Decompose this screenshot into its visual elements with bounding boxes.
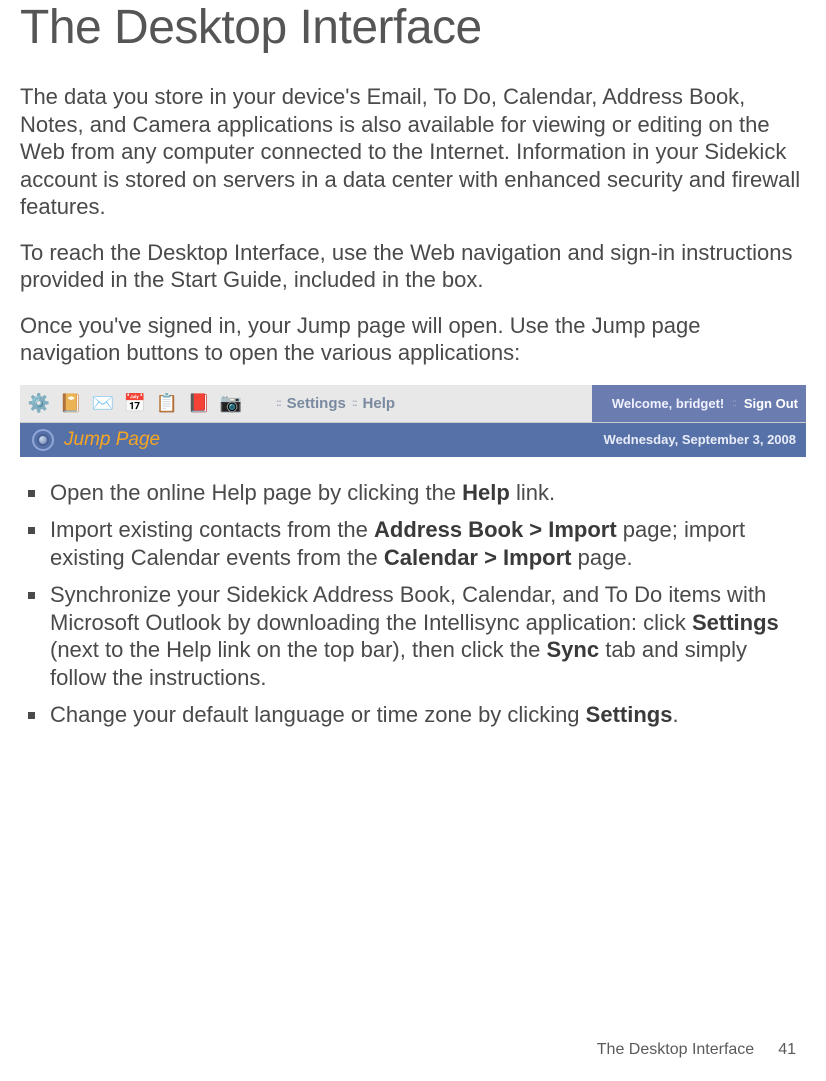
notes-icon[interactable]: 📔	[56, 388, 86, 418]
instruction-list: Open the online Help page by clicking th…	[20, 479, 806, 729]
toolbar-text-links: :: Settings :: Help	[276, 395, 395, 412]
toolbar-bottom-row: Jump Page Wednesday, September 3, 2008	[20, 423, 806, 457]
camera-icon[interactable]: 📷	[216, 388, 246, 418]
settings-link[interactable]: Settings	[287, 395, 346, 412]
page-footer: The Desktop Interface 41	[597, 1041, 796, 1059]
jump-page-label: Jump Page	[20, 429, 160, 451]
bold-text: Help	[462, 480, 510, 505]
bold-text: Settings	[586, 702, 673, 727]
list-item: Synchronize your Sidekick Address Book, …	[42, 581, 806, 691]
toolbar-app-icons: ⚙️ 📔 ✉️ 📅 📋 📕 📷	[20, 388, 246, 418]
list-item: Change your default language or time zon…	[42, 701, 806, 729]
jump-ring-icon	[32, 429, 54, 451]
list-item: Open the online Help page by clicking th…	[42, 479, 806, 507]
toolbar-user-area: Welcome, bridget! :: Sign Out	[592, 385, 806, 422]
bold-text: Address Book > Import	[374, 517, 617, 542]
intro-para-1: The data you store in your device's Emai…	[20, 83, 806, 221]
jump-page-text: Jump Page	[64, 429, 160, 450]
toolbar-date: Wednesday, September 3, 2008	[604, 432, 806, 447]
separator-icon: ::	[276, 398, 281, 409]
toolbar-top-row: ⚙️ 📔 ✉️ 📅 📋 📕 📷 :: Settings :: Help Welc…	[20, 385, 806, 423]
text: Import existing contacts from the	[50, 517, 374, 542]
addressbook-icon[interactable]: 📕	[184, 388, 214, 418]
signout-link[interactable]: Sign Out	[744, 396, 798, 411]
help-link[interactable]: Help	[363, 395, 396, 412]
footer-page-number: 41	[778, 1041, 796, 1059]
text: (next to the Help link on the top bar), …	[50, 637, 547, 662]
text: link.	[510, 480, 555, 505]
list-item: Import existing contacts from the Addres…	[42, 516, 806, 571]
text: .	[672, 702, 678, 727]
calendar-icon[interactable]: 📅	[120, 388, 150, 418]
footer-section: The Desktop Interface	[597, 1041, 754, 1059]
separator-icon: ::	[352, 398, 357, 409]
text: Open the online Help page by clicking th…	[50, 480, 462, 505]
page-title: The Desktop Interface	[20, 0, 806, 55]
text: Change your default language or time zon…	[50, 702, 586, 727]
jump-icon[interactable]: ⚙️	[24, 388, 54, 418]
intro-para-2: To reach the Desktop Interface, use the …	[20, 239, 806, 294]
bold-text: Sync	[547, 637, 600, 662]
text: page.	[572, 545, 633, 570]
bold-text: Calendar > Import	[384, 545, 572, 570]
text: Synchronize your Sidekick Address Book, …	[50, 582, 766, 635]
welcome-text: Welcome, bridget!	[612, 396, 724, 411]
desktop-toolbar-screenshot: ⚙️ 📔 ✉️ 📅 📋 📕 📷 :: Settings :: Help Welc…	[20, 385, 806, 457]
intro-para-3: Once you've signed in, your Jump page wi…	[20, 312, 806, 367]
todo-icon[interactable]: 📋	[152, 388, 182, 418]
bold-text: Settings	[692, 610, 779, 635]
email-icon[interactable]: ✉️	[88, 388, 118, 418]
separator-icon: ::	[732, 398, 736, 409]
